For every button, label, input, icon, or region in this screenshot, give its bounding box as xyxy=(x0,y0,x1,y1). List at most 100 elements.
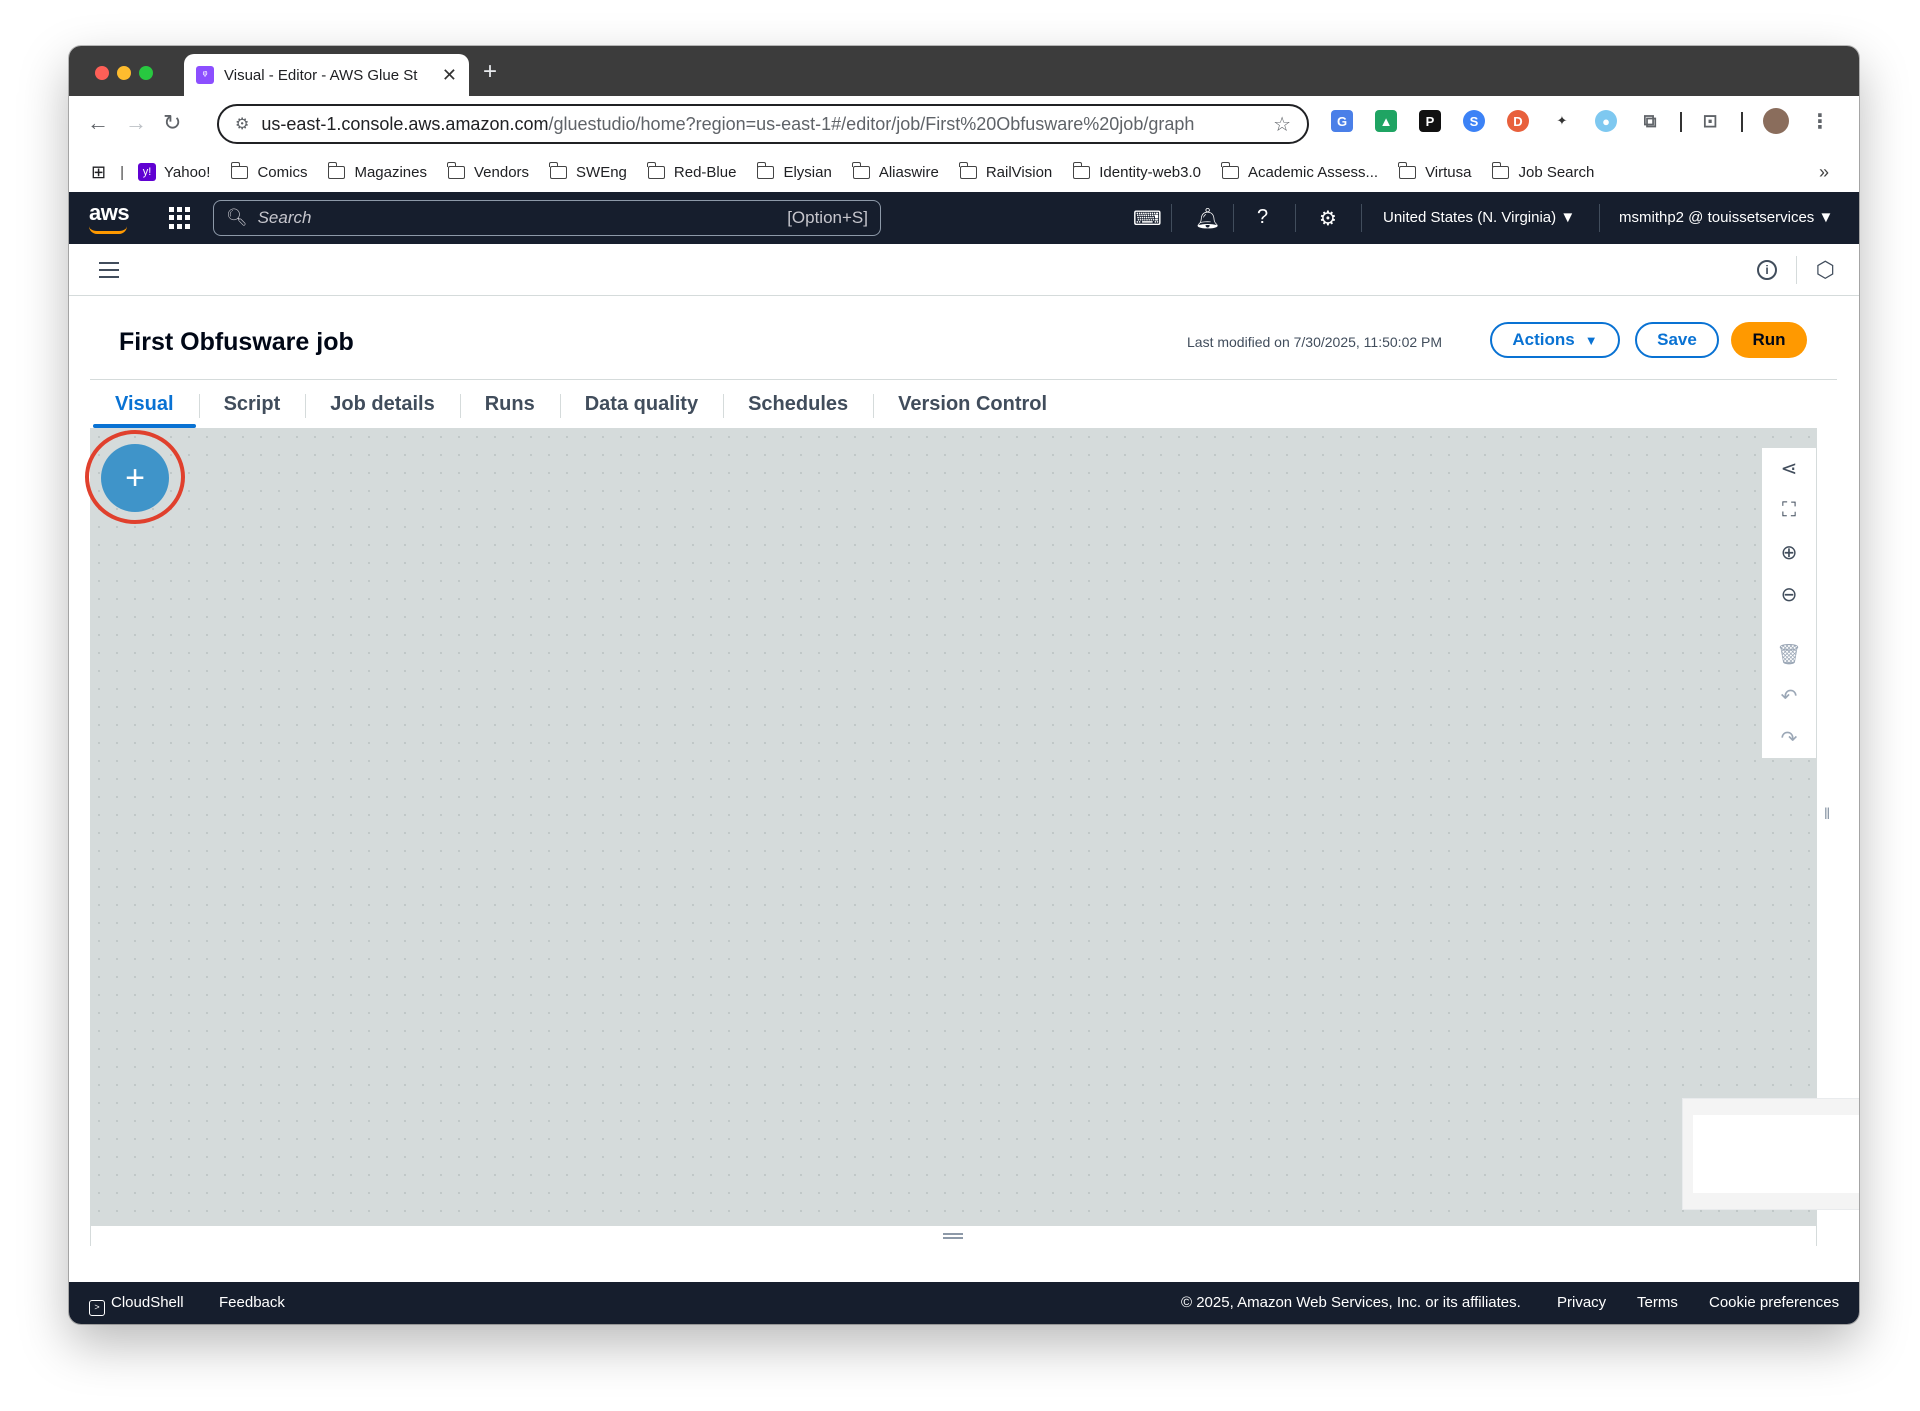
settings-gear-icon[interactable]: ⚙ xyxy=(1319,206,1337,231)
aws-top-nav: aws 🔍︎ Search [Option+S] ⌨ 🔔︎ ? ⚙ United… xyxy=(69,192,1859,244)
bookmark-yahoo[interactable]: y! Yahoo! xyxy=(138,163,210,181)
bookmark-folder[interactable]: Red-Blue xyxy=(647,161,736,181)
yahoo-icon: y! xyxy=(138,163,156,181)
cookie-preferences-link[interactable]: Cookie preferences xyxy=(1709,1294,1839,1311)
tab-job-details[interactable]: Job details xyxy=(305,380,459,428)
copyright-text: © 2025, Amazon Web Services, Inc. or its… xyxy=(1181,1294,1521,1311)
close-window-button[interactable] xyxy=(95,66,109,80)
run-button[interactable]: Run xyxy=(1731,322,1807,358)
bookmark-folder[interactable]: SWEng xyxy=(549,161,627,181)
search-placeholder: Search xyxy=(257,208,312,227)
fit-screen-icon[interactable]: ⛶ xyxy=(1762,495,1816,525)
actions-button[interactable]: Actions ▼ xyxy=(1490,322,1620,358)
terms-link[interactable]: Terms xyxy=(1637,1294,1678,1311)
bookmark-folder[interactable]: Magazines xyxy=(327,161,427,181)
nav-divider xyxy=(1295,204,1296,232)
cloudshell-icon: > xyxy=(89,1300,105,1316)
chat-extension-icon[interactable]: ● xyxy=(1595,110,1617,132)
hexagon-settings-icon[interactable]: ⬡ xyxy=(1816,257,1835,283)
notifications-bell-icon[interactable]: 🔔︎ xyxy=(1195,206,1220,231)
vertical-resize-handle[interactable]: ‖ xyxy=(1817,806,1837,836)
folder-icon xyxy=(1221,161,1239,179)
bookmark-folder[interactable]: RailVision xyxy=(959,161,1052,181)
tab-script[interactable]: Script xyxy=(198,380,306,428)
toolbar-divider xyxy=(1680,112,1682,132)
bookmark-folder[interactable]: Aliaswire xyxy=(852,161,939,181)
services-grid-icon[interactable] xyxy=(169,207,191,229)
info-icon[interactable]: i xyxy=(1757,260,1777,280)
zoom-out-icon[interactable]: ⊖ xyxy=(1762,579,1816,609)
delete-icon[interactable]: 🗑︎ xyxy=(1762,639,1816,669)
url-text[interactable]: us-east-1.console.aws.amazon.com/gluestu… xyxy=(261,114,1273,135)
undo-icon[interactable]: ↶ xyxy=(1762,681,1816,711)
bookmark-folder[interactable]: Identity-web3.0 xyxy=(1072,161,1201,181)
browser-menu-icon[interactable]: ⋮ xyxy=(1809,110,1831,133)
glue-favicon-icon: ᵠ xyxy=(196,66,214,84)
apps-grid-icon[interactable]: ⊞ xyxy=(91,162,106,183)
visual-canvas[interactable]: + ⋖ ⛶ ⊕ ⊖ 🗑︎ ↶ ↷ xyxy=(85,428,1859,1226)
more-bookmarks-icon[interactable]: » xyxy=(1819,162,1829,183)
help-icon[interactable]: ? xyxy=(1257,206,1268,229)
add-node-button[interactable]: + xyxy=(101,444,169,512)
folder-icon xyxy=(549,161,568,179)
share-layout-icon[interactable]: ⋖ xyxy=(1762,453,1816,483)
job-header: First Obfusware job Last modified on 7/3… xyxy=(90,306,1837,380)
profile-avatar[interactable] xyxy=(1763,108,1789,134)
back-icon[interactable]: ← xyxy=(87,110,109,136)
minimize-window-button[interactable] xyxy=(117,66,131,80)
new-tab-icon[interactable]: + xyxy=(483,58,497,86)
nav-divider xyxy=(1233,204,1234,232)
save-button[interactable]: Save xyxy=(1635,322,1719,358)
duckduckgo-extension-icon[interactable]: D xyxy=(1507,110,1529,132)
extensions-puzzle-icon[interactable]: ⧉ xyxy=(1639,110,1661,132)
minimap-viewport[interactable] xyxy=(1693,1115,1859,1193)
folder-icon xyxy=(327,161,346,179)
zoom-in-icon[interactable]: ⊕ xyxy=(1762,537,1816,567)
reload-icon[interactable]: ↻ xyxy=(163,110,181,136)
redo-icon[interactable]: ↷ xyxy=(1762,723,1816,753)
horizontal-drag-handle[interactable] xyxy=(943,1233,963,1239)
p-extension-icon[interactable]: P xyxy=(1419,110,1441,132)
caret-down-icon: ▼ xyxy=(1818,209,1834,226)
close-tab-icon[interactable]: ✕ xyxy=(442,65,457,86)
region-selector[interactable]: United States (N. Virginia) ▼ xyxy=(1383,209,1575,226)
tab-runs[interactable]: Runs xyxy=(459,380,560,428)
maximize-window-button[interactable] xyxy=(139,66,153,80)
site-settings-icon[interactable]: ⚙ xyxy=(235,114,249,134)
tab-version-control[interactable]: Version Control xyxy=(873,380,1072,428)
tab-visual[interactable]: Visual xyxy=(90,380,199,428)
editor-tabs: Visual Script Job details Runs Data qual… xyxy=(90,380,1817,428)
tab-schedules[interactable]: Schedules xyxy=(723,380,873,428)
aws-search-input[interactable]: 🔍︎ Search [Option+S] xyxy=(213,200,881,236)
folder-icon xyxy=(1398,161,1417,179)
aws-logo[interactable]: aws xyxy=(89,200,130,226)
browser-tab-active[interactable]: ᵠ Visual - Editor - AWS Glue St ✕ xyxy=(184,54,469,96)
cloudshell-link[interactable]: > CloudShell xyxy=(89,1294,184,1316)
caret-down-icon: ▼ xyxy=(1560,209,1576,226)
privacy-link[interactable]: Privacy xyxy=(1557,1294,1606,1311)
feedback-link[interactable]: Feedback xyxy=(219,1294,285,1311)
forward-icon[interactable]: → xyxy=(125,110,147,136)
bookmark-folder[interactable]: Academic Assess... xyxy=(1221,161,1378,181)
hamburger-menu-icon[interactable] xyxy=(99,262,119,283)
stamp-extension-icon[interactable]: ✦ xyxy=(1551,110,1573,132)
bookmark-folder[interactable]: Vendors xyxy=(447,161,529,181)
folder-icon xyxy=(959,161,977,179)
bookmark-folder[interactable]: Virtusa xyxy=(1398,161,1471,181)
translate-extension-icon[interactable]: G xyxy=(1331,110,1353,132)
console-footer: > CloudShell Feedback © 2025, Amazon Web … xyxy=(69,1282,1859,1324)
account-menu[interactable]: msmithp2 @ touissetservices ▼ xyxy=(1619,209,1833,226)
tab-search-icon[interactable]: ⊡ xyxy=(1699,110,1721,132)
bookmark-folder[interactable]: Job Search xyxy=(1491,161,1594,181)
address-bar[interactable]: ⚙ us-east-1.console.aws.amazon.com/glues… xyxy=(217,104,1309,144)
bottom-panel xyxy=(90,1226,1817,1246)
bookmark-star-icon[interactable]: ☆ xyxy=(1273,112,1291,137)
drive-extension-icon[interactable]: ▲ xyxy=(1375,110,1397,132)
bookmark-folder[interactable]: Comics xyxy=(230,161,307,181)
bookmark-folder[interactable]: Elysian xyxy=(756,161,832,181)
blue-extension-icon[interactable]: S xyxy=(1463,110,1485,132)
canvas-minimap[interactable] xyxy=(1682,1098,1859,1210)
cloudshell-icon[interactable]: ⌨ xyxy=(1133,206,1162,231)
folder-icon xyxy=(756,161,775,179)
tab-data-quality[interactable]: Data quality xyxy=(559,380,723,428)
